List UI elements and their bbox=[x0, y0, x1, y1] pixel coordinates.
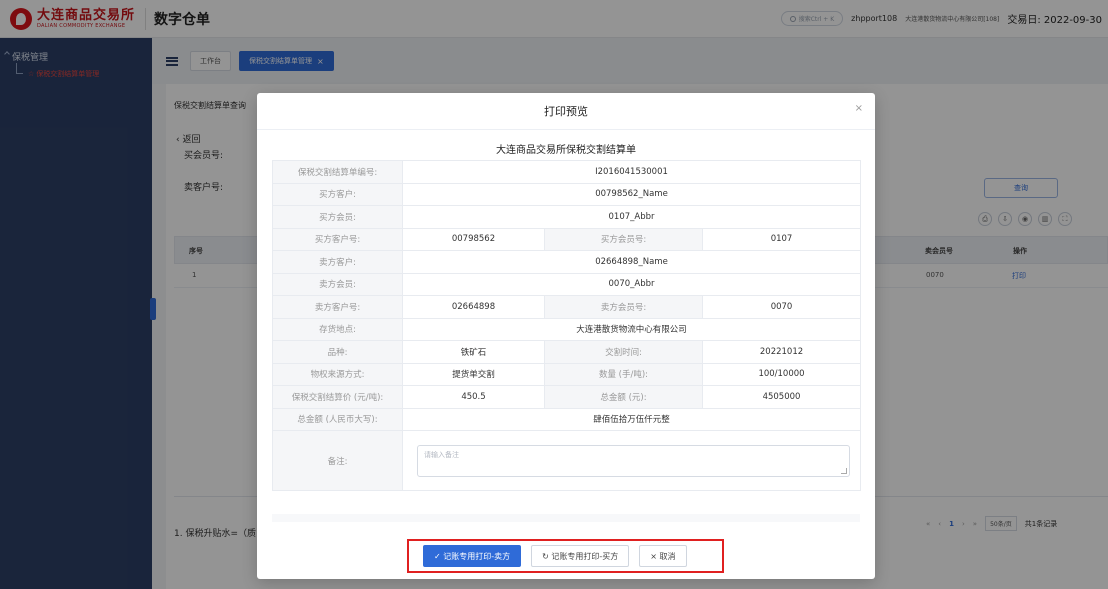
print-buyer-button[interactable]: ↻ 记账专用打印-买方 bbox=[531, 545, 630, 567]
buyer-member-no-label: 买方会员号: bbox=[544, 227, 703, 251]
row-settle-no: 保税交割结算单编号: I2016041530001 bbox=[272, 160, 862, 184]
settlement-form: 保税交割结算单编号: I2016041530001 买方客户: 00798562… bbox=[272, 160, 862, 491]
remark-cell: 请输入备注 bbox=[401, 430, 862, 491]
amount-cn-value: 肆佰伍拾万伍仟元整 bbox=[401, 407, 862, 431]
form-scroll-edge bbox=[272, 514, 860, 522]
seller-customer-no-value: 02664898 bbox=[402, 295, 545, 319]
print-preview-dialog: 打印预览 × 大连商品交易所保税交割结算单 保税交割结算单编号: I201604… bbox=[257, 93, 875, 579]
row-source: 物权来源方式: 提货单交割 数量 (手/吨): 100/10000 bbox=[272, 362, 862, 386]
dialog-divider bbox=[257, 129, 875, 130]
price-value: 450.5 bbox=[402, 385, 545, 409]
buyer-customer-value: 00798562_Name bbox=[401, 182, 862, 206]
buyer-member-label: 买方会员: bbox=[272, 205, 403, 229]
quantity-value: 100/10000 bbox=[701, 362, 862, 386]
seller-member-label: 卖方会员: bbox=[272, 272, 403, 296]
print-seller-label: 记账专用打印-卖方 bbox=[443, 551, 511, 561]
row-price: 保税交割结算价 (元/吨): 450.5 总金额 (元): 4505000 bbox=[272, 385, 862, 409]
seller-customer-label: 卖方客户: bbox=[272, 250, 403, 274]
amount-label: 总金额 (元): bbox=[544, 385, 703, 409]
row-seller-member: 卖方会员: 0070_Abbr bbox=[272, 272, 862, 296]
close-icon[interactable]: × bbox=[855, 103, 863, 114]
buyer-customer-label: 买方客户: bbox=[272, 182, 403, 206]
remark-textarea[interactable]: 请输入备注 bbox=[417, 444, 850, 477]
variety-label: 品种: bbox=[272, 340, 403, 364]
source-label: 物权来源方式: bbox=[272, 362, 403, 386]
variety-value: 铁矿石 bbox=[402, 340, 545, 364]
row-buyer-numbers: 买方客户号: 00798562 买方会员号: 0107 bbox=[272, 227, 862, 251]
quantity-label: 数量 (手/吨): bbox=[544, 362, 703, 386]
cancel-button[interactable]: × 取消 bbox=[639, 545, 687, 567]
buyer-customer-no-value: 00798562 bbox=[402, 227, 545, 251]
row-buyer-customer: 买方客户: 00798562_Name bbox=[272, 182, 862, 206]
row-seller-numbers: 卖方客户号: 02664898 卖方会员号: 0070 bbox=[272, 295, 862, 319]
settle-no-value: I2016041530001 bbox=[401, 160, 862, 184]
amount-cn-label: 总金额 (人民币大写): bbox=[272, 407, 403, 431]
seller-member-no-value: 0070 bbox=[701, 295, 862, 319]
dialog-title: 打印预览 bbox=[544, 105, 588, 118]
row-amount-cn: 总金额 (人民币大写): 肆佰伍拾万伍仟元整 bbox=[272, 407, 862, 431]
print-buyer-label: 记账专用打印-买方 bbox=[551, 551, 619, 561]
storage-value: 大连港散货物流中心有限公司 bbox=[401, 317, 862, 341]
row-storage: 存货地点: 大连港散货物流中心有限公司 bbox=[272, 317, 862, 341]
seller-customer-value: 02664898_Name bbox=[401, 250, 862, 274]
delivery-time-label: 交割时间: bbox=[544, 340, 703, 364]
delivery-time-value: 20221012 bbox=[701, 340, 862, 364]
seller-member-no-label: 卖方会员号: bbox=[544, 295, 703, 319]
row-buyer-member: 买方会员: 0107_Abbr bbox=[272, 205, 862, 229]
seller-member-value: 0070_Abbr bbox=[401, 272, 862, 296]
document-title: 大连商品交易所保税交割结算单 bbox=[496, 145, 636, 156]
dialog-footer: ✓ 记账专用打印-卖方 ↻ 记账专用打印-买方 × 取消 bbox=[257, 523, 875, 579]
price-label: 保税交割结算价 (元/吨): bbox=[272, 385, 403, 409]
row-variety: 品种: 铁矿石 交割时间: 20221012 bbox=[272, 340, 862, 364]
row-seller-customer: 卖方客户: 02664898_Name bbox=[272, 250, 862, 274]
settle-no-label: 保税交割结算单编号: bbox=[272, 160, 403, 184]
remark-label: 备注: bbox=[272, 430, 403, 491]
buyer-customer-no-label: 买方客户号: bbox=[272, 227, 403, 251]
seller-customer-no-label: 卖方客户号: bbox=[272, 295, 403, 319]
cancel-label: 取消 bbox=[659, 551, 676, 561]
storage-label: 存货地点: bbox=[272, 317, 403, 341]
highlight-box: ✓ 记账专用打印-卖方 ↻ 记账专用打印-买方 × 取消 bbox=[407, 539, 724, 573]
amount-value: 4505000 bbox=[701, 385, 862, 409]
buyer-member-no-value: 0107 bbox=[701, 227, 862, 251]
print-seller-button[interactable]: ✓ 记账专用打印-卖方 bbox=[423, 545, 522, 567]
row-remark: 备注: 请输入备注 bbox=[272, 430, 862, 491]
buyer-member-value: 0107_Abbr bbox=[401, 205, 862, 229]
source-value: 提货单交割 bbox=[402, 362, 545, 386]
